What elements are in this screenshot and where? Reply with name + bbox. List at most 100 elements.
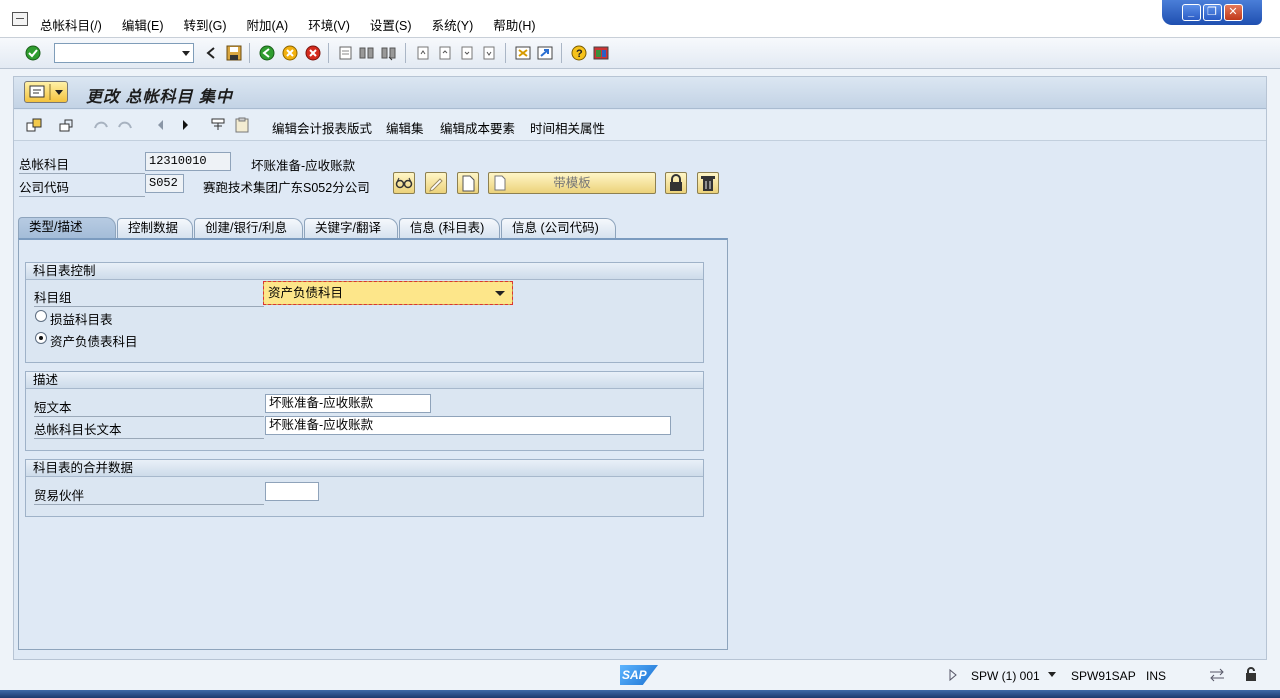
menu-toggle-icon[interactable] bbox=[24, 81, 68, 103]
menu-system[interactable]: 系统(Y) bbox=[432, 15, 474, 34]
command-field[interactable] bbox=[54, 43, 194, 63]
document-icon[interactable] bbox=[233, 117, 251, 133]
customize-layout-icon[interactable] bbox=[592, 45, 610, 61]
status-system: SPW (1) 001 bbox=[971, 669, 1040, 683]
edit-cost-element-button[interactable]: 编辑成本要素 bbox=[440, 118, 515, 137]
edit-set-button[interactable]: 编辑集 bbox=[386, 118, 424, 137]
find-next-icon[interactable] bbox=[380, 45, 398, 61]
radio-pl-label: 损益科目表 bbox=[50, 313, 113, 327]
gl-account-label: 总帐科目 bbox=[19, 154, 145, 174]
status-insert-mode[interactable]: INS bbox=[1146, 669, 1166, 683]
save-icon[interactable] bbox=[225, 45, 243, 61]
display-change-icon[interactable] bbox=[58, 117, 76, 133]
create-document-icon[interactable] bbox=[457, 172, 479, 194]
application-toolbar bbox=[14, 110, 1266, 141]
next-page-icon[interactable] bbox=[458, 45, 476, 61]
company-code-description: 赛跑技术集团广东S052分公司 bbox=[203, 181, 370, 195]
toolbar-separator bbox=[405, 43, 406, 63]
connection-icon bbox=[1208, 668, 1226, 682]
account-group-value: 资产负债科目 bbox=[268, 286, 344, 300]
menu-environment[interactable]: 环境(V) bbox=[308, 15, 350, 34]
menu-help[interactable]: 帮助(H) bbox=[493, 15, 535, 34]
other-account-icon[interactable] bbox=[25, 117, 43, 133]
os-taskbar bbox=[0, 690, 1280, 698]
find-icon[interactable] bbox=[358, 45, 376, 61]
system-menu-icon[interactable] bbox=[12, 12, 28, 26]
account-group-select[interactable]: 资产负债科目 bbox=[263, 281, 513, 305]
consolidation-title: 科目表的合并数据 bbox=[26, 460, 703, 477]
collapse-left-icon[interactable] bbox=[203, 45, 221, 61]
previous-icon bbox=[152, 117, 170, 133]
description-title: 描述 bbox=[26, 372, 703, 389]
tab-control-data[interactable]: 控制数据 bbox=[117, 218, 193, 238]
toolbar-separator bbox=[561, 43, 562, 63]
tab-info-company-code[interactable]: 信息 (公司代码) bbox=[501, 218, 616, 238]
long-text-label: 总帐科目长文本 bbox=[34, 419, 264, 439]
menu-items: 总帐科目(/) 编辑(E) 转到(G) 附加(A) 环境(V) 设置(S) 系统… bbox=[40, 15, 556, 34]
hierarchy-icon[interactable] bbox=[209, 117, 227, 133]
menu-gl-account[interactable]: 总帐科目(/) bbox=[40, 15, 102, 34]
shortcut-icon[interactable] bbox=[536, 45, 554, 61]
trading-partner-field[interactable] bbox=[265, 482, 319, 501]
toolbar-separator bbox=[505, 43, 506, 63]
tab-info-chart-of-accounts[interactable]: 信息 (科目表) bbox=[399, 218, 500, 238]
lock-icon[interactable] bbox=[665, 172, 687, 194]
menu-settings[interactable]: 设置(S) bbox=[370, 15, 412, 34]
security-lock-icon[interactable] bbox=[1243, 666, 1259, 682]
next-icon[interactable] bbox=[176, 117, 194, 133]
tab-type-description[interactable]: 类型/描述 bbox=[18, 217, 116, 239]
status-server: SPW91SAP bbox=[1071, 669, 1136, 683]
page-title: 更改 总帐科目 集中 bbox=[86, 89, 233, 106]
coa-control-title: 科目表控制 bbox=[26, 263, 703, 280]
restore-button[interactable]: ❐ bbox=[1202, 4, 1222, 21]
svg-text:?: ? bbox=[576, 48, 583, 60]
time-dependent-attributes-button[interactable]: 时间相关属性 bbox=[530, 118, 605, 137]
menu-edit[interactable]: 编辑(E) bbox=[122, 15, 164, 34]
short-text-field[interactable]: 坏账准备-应收账款 bbox=[265, 394, 431, 413]
menu-bar: 总帐科目(/) 编辑(E) 转到(G) 附加(A) 环境(V) 设置(S) 系统… bbox=[0, 0, 1280, 38]
display-change-glasses-button[interactable] bbox=[393, 172, 415, 194]
long-text-field[interactable]: 坏账准备-应收账款 bbox=[265, 416, 671, 435]
trading-partner-label: 贸易伙伴 bbox=[34, 485, 264, 505]
create-session-icon[interactable] bbox=[514, 45, 532, 61]
print-icon[interactable] bbox=[337, 45, 355, 61]
template-document-icon bbox=[494, 175, 506, 191]
radio-balance-sheet[interactable] bbox=[35, 332, 47, 344]
tab-create-bank-interest[interactable]: 创建/银行/利息 bbox=[194, 218, 303, 238]
minimize-button[interactable]: _ bbox=[1181, 4, 1201, 21]
company-code-field[interactable]: S052 bbox=[145, 174, 184, 193]
last-page-icon[interactable] bbox=[480, 45, 498, 61]
exit-icon[interactable] bbox=[281, 45, 299, 61]
radio-bs-label: 资产负债表科目 bbox=[50, 335, 138, 349]
help-icon[interactable]: ? bbox=[570, 45, 588, 61]
close-button[interactable]: ✕ bbox=[1223, 4, 1243, 21]
window-controls: _ ❐ ✕ bbox=[1162, 0, 1262, 25]
enter-check-icon[interactable] bbox=[24, 45, 42, 61]
company-code-label: 公司代码 bbox=[19, 177, 145, 197]
cancel-icon[interactable] bbox=[304, 45, 322, 61]
account-group-label: 科目组 bbox=[34, 287, 264, 307]
delete-trash-icon[interactable] bbox=[697, 172, 719, 194]
back-icon[interactable] bbox=[258, 45, 276, 61]
with-template-button[interactable]: 带模板 bbox=[488, 172, 656, 194]
radio-pl-statement[interactable] bbox=[35, 310, 47, 322]
chevron-down-icon[interactable] bbox=[1048, 672, 1056, 677]
tab-keyword-translation[interactable]: 关键字/翻译 bbox=[304, 218, 398, 238]
menu-extras[interactable]: 附加(A) bbox=[247, 15, 289, 34]
edit-pencil-icon[interactable] bbox=[425, 172, 447, 194]
status-expand-icon[interactable] bbox=[948, 668, 958, 682]
toolbar-separator bbox=[249, 43, 250, 63]
menu-goto[interactable]: 转到(G) bbox=[183, 15, 226, 34]
previous-page-icon[interactable] bbox=[436, 45, 454, 61]
gl-account-description: 坏账准备-应收账款 bbox=[251, 159, 356, 173]
chevron-down-icon[interactable] bbox=[495, 291, 505, 296]
undo-icon bbox=[92, 117, 110, 133]
short-text-label: 短文本 bbox=[34, 397, 264, 417]
edit-report-layout-button[interactable]: 编辑会计报表版式 bbox=[272, 118, 372, 137]
chevron-down-icon[interactable] bbox=[182, 51, 190, 56]
toolbar-separator bbox=[328, 43, 329, 63]
with-template-label: 带模板 bbox=[553, 176, 591, 190]
redo-icon bbox=[116, 117, 134, 133]
first-page-icon[interactable] bbox=[414, 45, 432, 61]
gl-account-field[interactable]: 12310010 bbox=[145, 152, 231, 171]
